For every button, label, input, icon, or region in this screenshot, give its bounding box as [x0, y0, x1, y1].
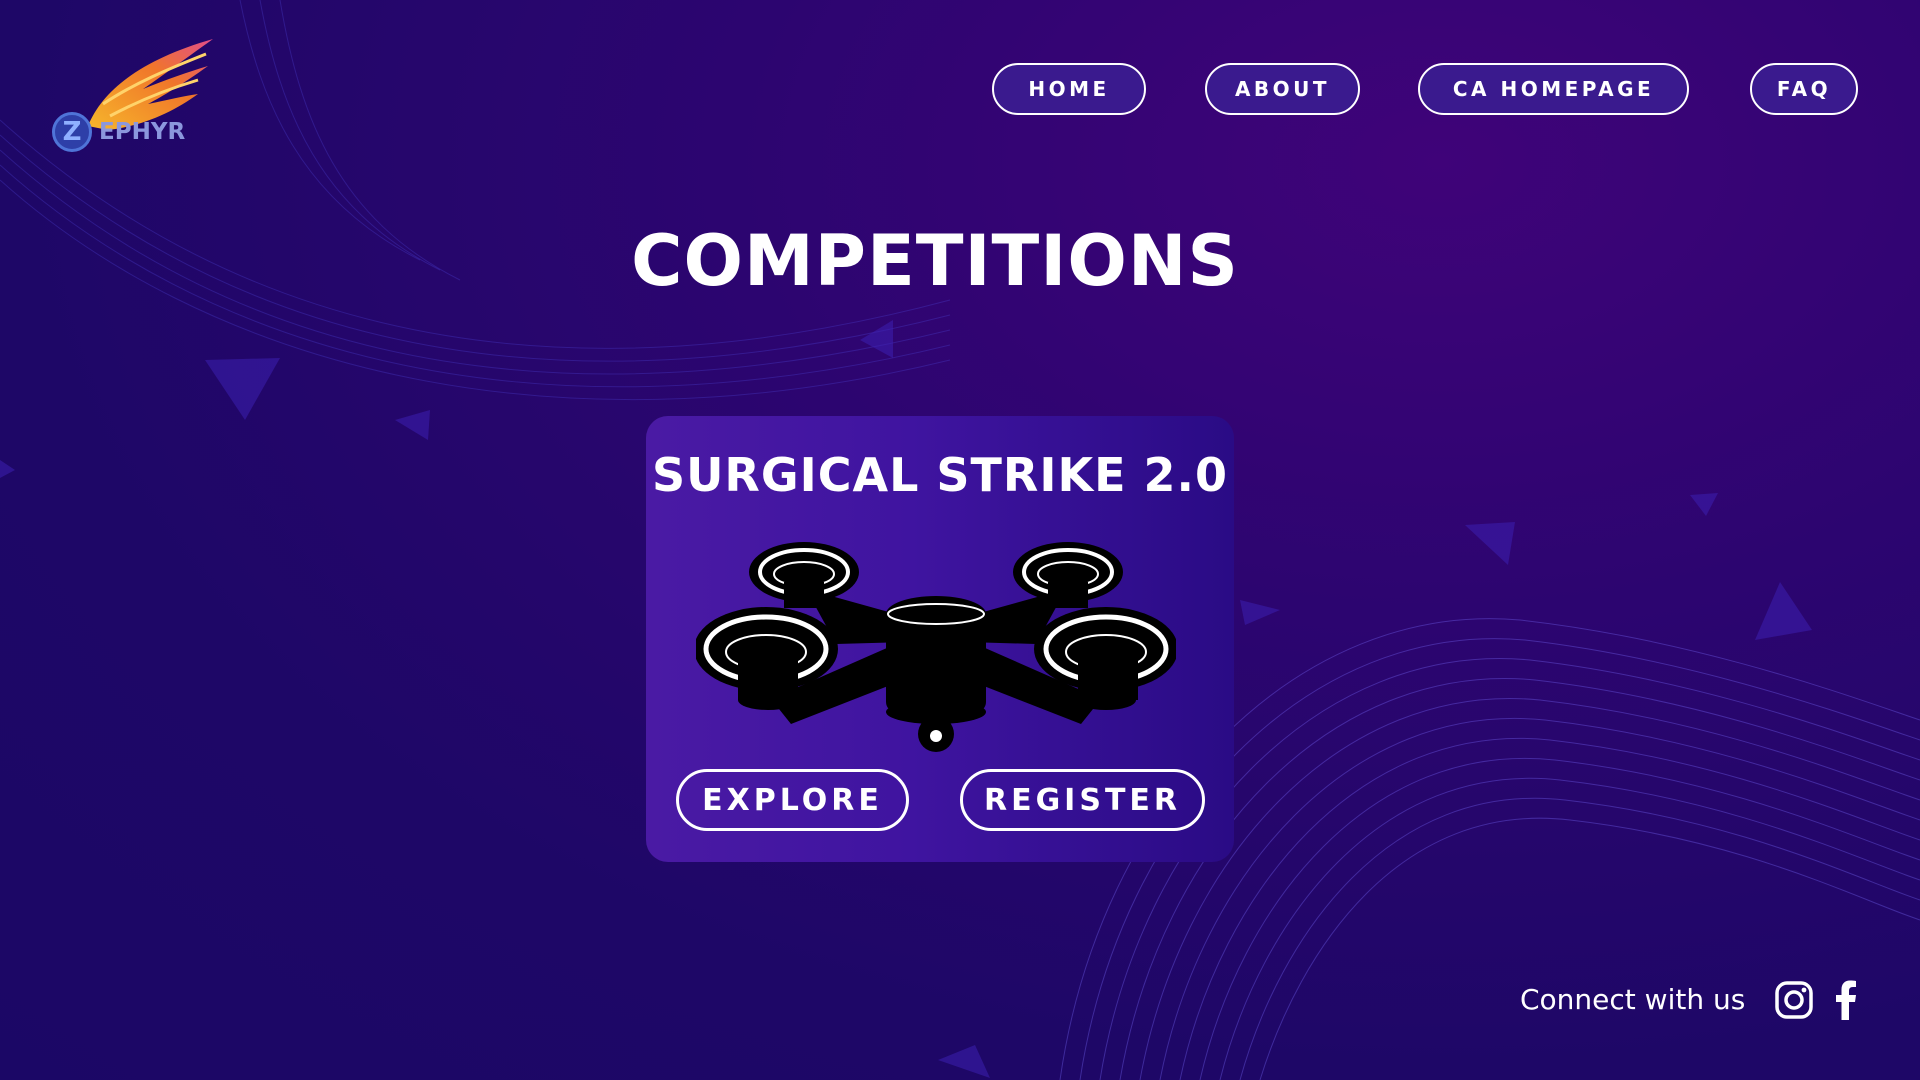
- logo-wordmark[interactable]: EPHYR: [99, 119, 185, 145]
- facebook-icon[interactable]: [1826, 980, 1866, 1020]
- nav-home-button[interactable]: HOME: [992, 63, 1146, 115]
- instagram-icon[interactable]: [1774, 980, 1814, 1020]
- page-title: COMPETITIONS: [631, 220, 1239, 302]
- explore-button[interactable]: EXPLORE: [676, 769, 909, 831]
- competition-title: SURGICAL STRIKE 2.0: [651, 448, 1229, 502]
- connect-label: Connect with us: [1520, 983, 1746, 1016]
- nav-faq-button[interactable]: FAQ: [1750, 63, 1858, 115]
- nav-about-button[interactable]: ABOUT: [1205, 63, 1360, 115]
- register-button[interactable]: REGISTER: [960, 769, 1205, 831]
- logo-z-badge[interactable]: Z: [52, 112, 92, 152]
- nav-ca-homepage-button[interactable]: CA HOMEPAGE: [1418, 63, 1689, 115]
- competition-card: SURGICAL STRIKE 2.0 EXPLORE REGISTER: [646, 416, 1234, 862]
- drone-icon: [696, 542, 1176, 752]
